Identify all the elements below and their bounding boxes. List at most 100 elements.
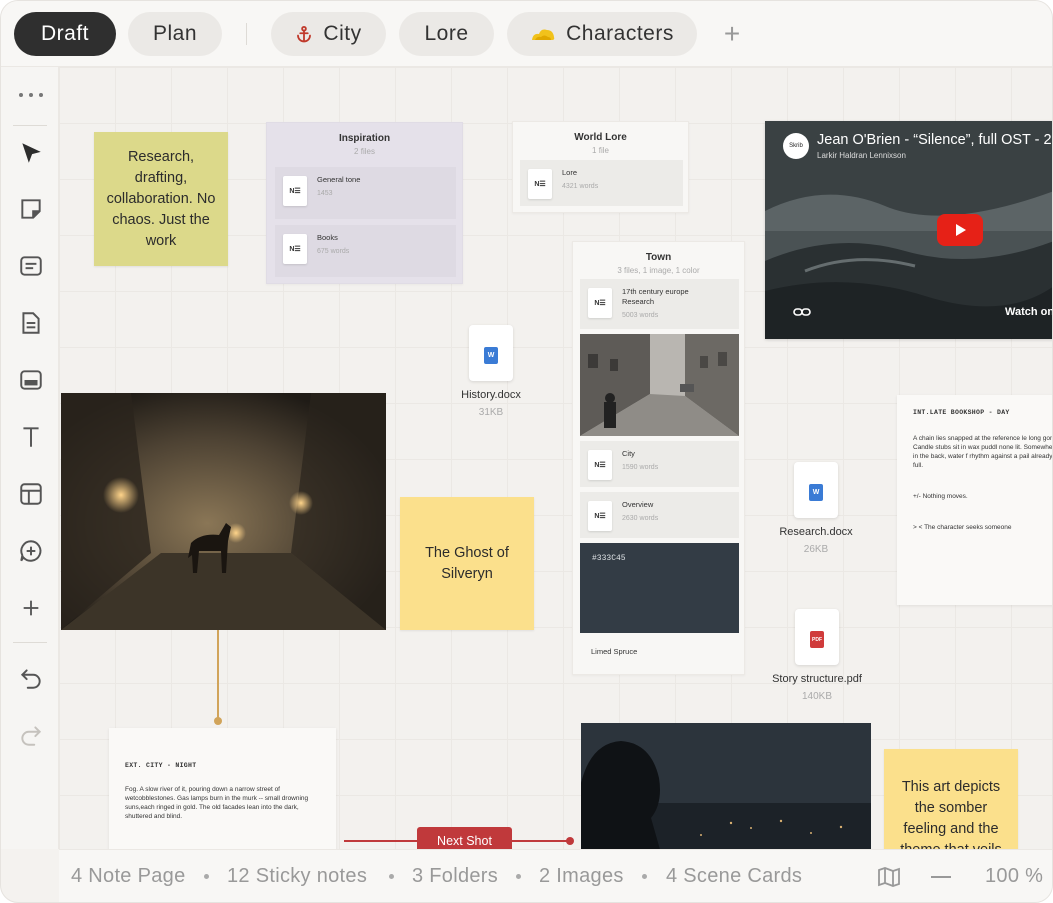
tab-label: Lore [424, 22, 469, 45]
note-doc-icon: N☰ [528, 169, 552, 199]
scene-card-bookshop[interactable]: INT.LATE BOOKSHOP - DAY A chain lies sna… [897, 395, 1052, 605]
image-foggy-street[interactable] [61, 393, 386, 630]
tab-divider [246, 23, 247, 45]
note-doc-icon: N☰ [588, 501, 612, 531]
text-icon[interactable] [15, 421, 47, 453]
tool-sidebar [1, 67, 59, 849]
folder-subtitle: 2 files [354, 147, 375, 156]
sticky-note-icon[interactable] [15, 193, 47, 225]
plus-icon[interactable] [15, 592, 47, 624]
item-words: 5003 words [622, 312, 659, 319]
file-story-structure-pdf[interactable]: PDF Story structure.pdf 140KB [757, 609, 877, 702]
status-separator [204, 874, 209, 879]
scene-card-city-night[interactable]: EXT. CITY - NIGHT Fog. A slow river of i… [109, 728, 336, 849]
image-city-night[interactable] [581, 723, 871, 849]
tab-city[interactable]: City [271, 12, 386, 56]
folder-title: Inspiration [338, 133, 391, 144]
zoom-out-button[interactable] [931, 876, 951, 878]
folder-item[interactable]: N☰ City 1590 words [580, 441, 739, 487]
image-count: 2 Images [539, 865, 624, 887]
folder-count: 3 Folders [412, 865, 499, 887]
redo-icon[interactable] [15, 719, 47, 751]
link-icon[interactable] [793, 305, 811, 323]
tab-label: Characters [566, 22, 674, 45]
map-icon[interactable] [877, 866, 901, 894]
more-icon[interactable] [15, 79, 47, 111]
scene-line: > < The character seeks someone [913, 524, 1012, 531]
sticky-text: This art depicts the somber feeling and … [900, 779, 1002, 849]
item-words: 2630 words [622, 515, 659, 522]
board-canvas[interactable]: Research, drafting, collaboration. No ch… [59, 67, 1052, 849]
layout-icon[interactable] [15, 478, 47, 510]
folder-inspiration[interactable]: Inspiration 2 files N☰ General tone 1453… [266, 122, 463, 284]
video-embed[interactable]: Skrib Jean O'Brien - “Silence”, full OST… [765, 121, 1052, 339]
sticky-note-art[interactable]: This art depicts the somber feeling and … [884, 749, 1018, 849]
video-channel: Larkir Haldran Lennixson [817, 151, 906, 160]
watch-on-label[interactable]: Watch on [1005, 306, 1052, 318]
note-doc-icon: N☰ [588, 288, 612, 318]
folder-item[interactable]: N☰ 17th century europe Research 5003 wor… [580, 279, 739, 329]
folder-world-lore[interactable]: World Lore 1 file N☰ Lore 4321 words [512, 121, 689, 213]
sticky-text: The Ghost of Silveryn [425, 544, 509, 582]
status-bar: 4 Note Page 12 Sticky notes 3 Folders 2 … [59, 849, 1052, 902]
scene-heading: INT.LATE BOOKSHOP - DAY [913, 409, 1010, 416]
color-swatch[interactable]: #333C45 [580, 543, 739, 633]
folder-subtitle: 1 file [592, 146, 609, 155]
app-window: Draft Plan City Lore Characters + Resear… [0, 0, 1053, 903]
tab-plan[interactable]: Plan [128, 12, 222, 56]
item-name: City [622, 449, 635, 458]
file-badge: W [809, 484, 823, 501]
tab-characters[interactable]: Characters [507, 12, 697, 56]
tab-label: Draft [40, 22, 89, 45]
connector-line [217, 630, 219, 720]
file-badge: W [484, 347, 498, 364]
file-size: 140KB [801, 691, 833, 702]
folder-town[interactable]: Town 3 files, 1 image, 1 color N☰ 17th c… [572, 241, 745, 675]
folder-title: Town [645, 252, 672, 263]
folder-item[interactable]: N☰ Overview 2630 words [580, 492, 739, 538]
docx-file-icon: W [794, 462, 838, 518]
add-comment-icon[interactable] [15, 535, 47, 567]
pointer-icon[interactable] [15, 137, 47, 169]
document-icon[interactable] [15, 307, 47, 339]
youtube-play-icon[interactable] [937, 214, 983, 246]
folder-item[interactable]: N☰ Lore 4321 words [520, 160, 683, 206]
swatch-name: Limed Spruce [591, 647, 638, 656]
file-research-docx[interactable]: W Research.docx 26KB [766, 462, 866, 555]
toolbar-divider [13, 642, 47, 643]
file-size: 26KB [803, 544, 829, 555]
item-name: 17th century europe Research [622, 287, 689, 306]
file-size: 31KB [478, 407, 504, 418]
note-doc-icon: N☰ [283, 234, 307, 264]
tab-bar: Draft Plan City Lore Characters + [1, 1, 1052, 67]
street-photo[interactable] [580, 334, 739, 436]
item-words: 1453 [317, 190, 333, 197]
connector-label[interactable]: Next Shot [417, 827, 512, 849]
sticky-note-research[interactable]: Research, drafting, collaboration. No ch… [94, 132, 228, 266]
file-name: History.docx [461, 389, 521, 401]
tab-lore[interactable]: Lore [399, 12, 494, 56]
status-separator [389, 874, 394, 879]
tab-draft[interactable]: Draft [14, 12, 116, 56]
toolbar-divider [13, 125, 47, 126]
undo-icon[interactable] [15, 662, 47, 694]
note-doc-icon: N☰ [588, 450, 612, 480]
scene-line: +/- Nothing moves. [913, 493, 968, 500]
scene-body: Fog. A slow river of it, pouring down a … [125, 786, 309, 820]
zoom-level[interactable]: 100 % [985, 865, 1043, 888]
pdf-file-icon: PDF [795, 609, 839, 665]
folder-item[interactable]: N☰ General tone 1453 [275, 167, 456, 219]
item-words: 4321 words [562, 183, 599, 190]
image-icon[interactable] [15, 364, 47, 396]
file-history-docx[interactable]: W History.docx 31KB [441, 325, 541, 418]
note-icon[interactable] [15, 250, 47, 282]
folder-subtitle: 3 files, 1 image, 1 color [617, 266, 700, 275]
note-page-count: 4 Note Page [71, 865, 186, 887]
docx-file-icon: W [469, 325, 513, 381]
folder-item[interactable]: N☰ Books 675 words [275, 225, 456, 277]
item-words: 675 words [317, 248, 350, 255]
item-words: 1590 words [622, 464, 659, 471]
add-tab-button[interactable]: + [717, 19, 747, 49]
sticky-note-ghost[interactable]: The Ghost of Silveryn [400, 497, 534, 630]
item-name: Books [317, 233, 338, 242]
